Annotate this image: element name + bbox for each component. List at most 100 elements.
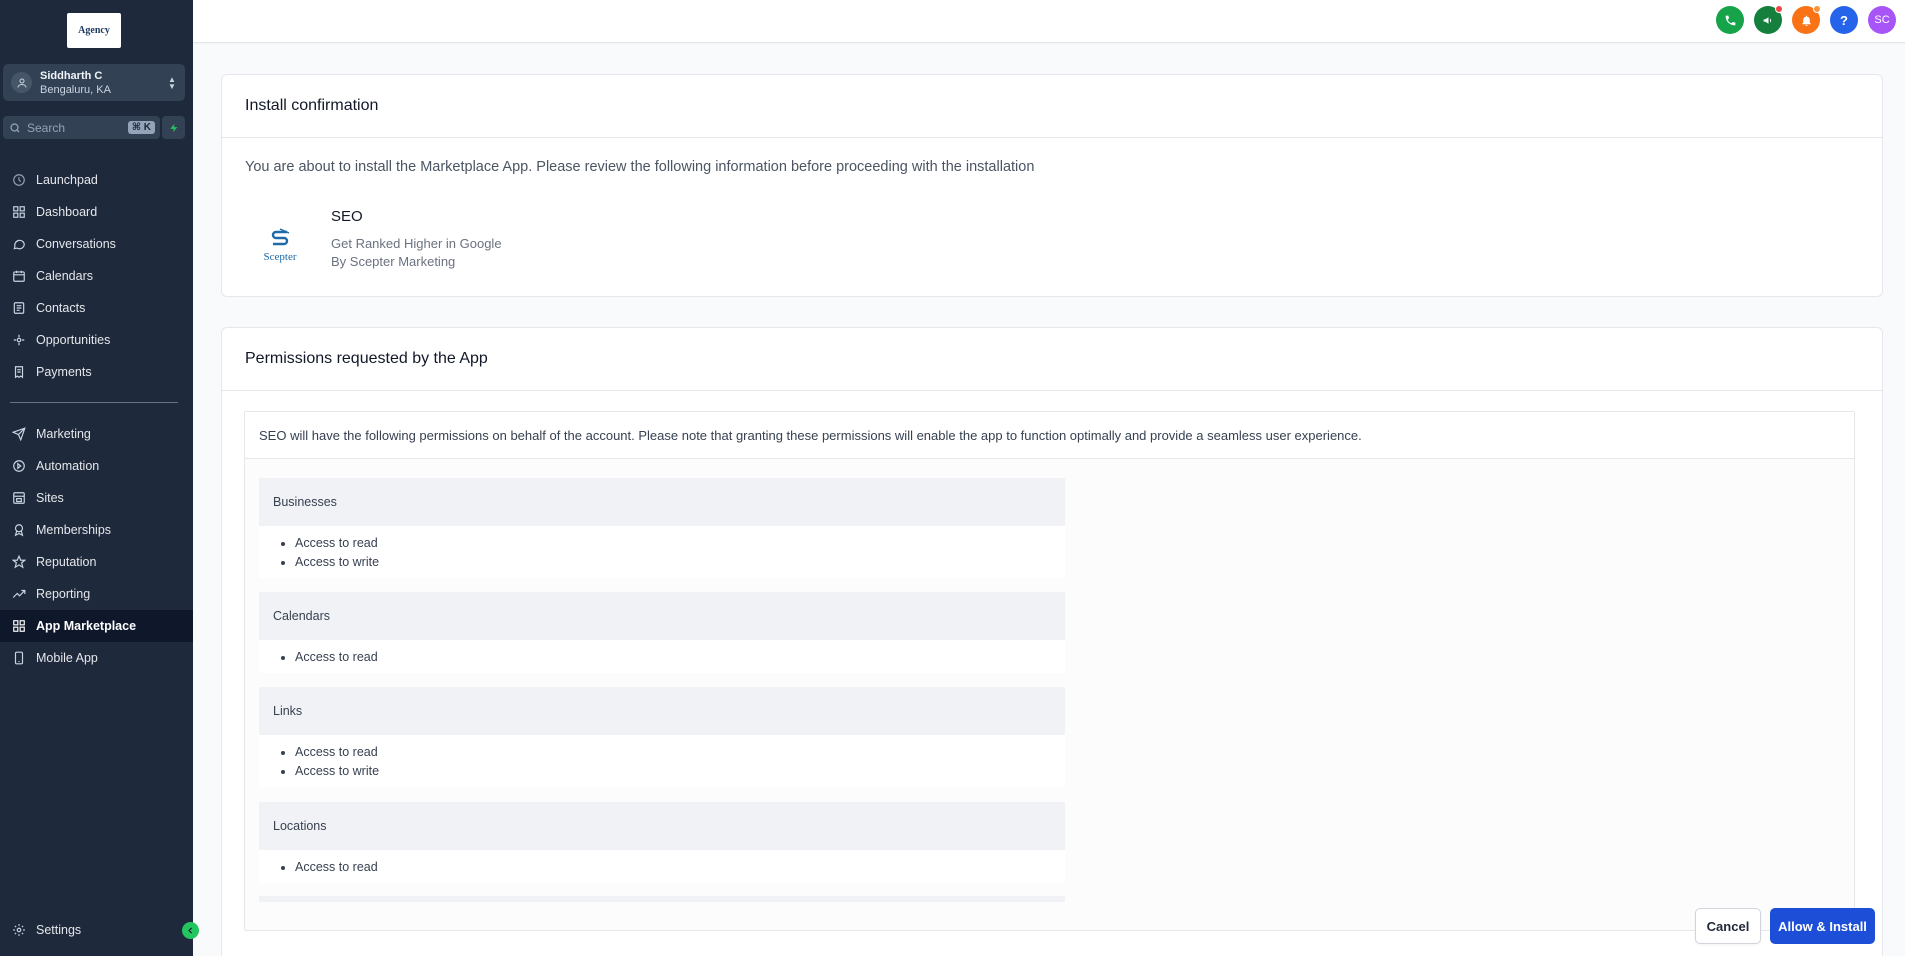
- sidebar-item-marketing[interactable]: Marketing: [0, 418, 193, 450]
- sidebar-item-reputation[interactable]: Reputation: [0, 546, 193, 578]
- calendar-icon: [11, 269, 26, 284]
- permission-group-title: Businesses: [259, 478, 1065, 526]
- app-name: SEO: [331, 208, 363, 225]
- nav-top: Launchpad Dashboard Conversations Calend…: [0, 164, 193, 388]
- sidebar-divider: [10, 402, 178, 403]
- sidebar-item-dashboard[interactable]: Dashboard: [0, 196, 193, 228]
- permissions-box[interactable]: SEO will have the following permissions …: [244, 411, 1855, 931]
- scepter-logo-icon: [271, 227, 290, 245]
- avatar[interactable]: SC: [1868, 6, 1896, 34]
- sidebar-item-label: App Marketplace: [36, 619, 137, 633]
- search-input[interactable]: Search ⌘ K: [3, 116, 160, 139]
- permission-item: Access to read: [295, 648, 1065, 667]
- trend-icon: [11, 587, 26, 602]
- notification-dot: [1813, 5, 1821, 13]
- sidebar-item-launchpad[interactable]: Launchpad: [0, 164, 193, 196]
- sidebar-item-label: Reputation: [36, 555, 97, 569]
- receipt-icon: [11, 365, 26, 380]
- app-logo: Scepter: [258, 223, 302, 267]
- install-intro-text: You are about to install the Marketplace…: [245, 159, 1035, 175]
- chevron-updown-icon: ▲ ▼: [168, 74, 176, 91]
- search-shortcut: ⌘ K: [127, 121, 155, 134]
- sidebar-item-label: Payments: [36, 365, 92, 379]
- topbar: ? SC: [193, 0, 1905, 43]
- permissions-card: Permissions requested by the App SEO wil…: [221, 327, 1883, 956]
- account-location: Bengaluru, KA: [40, 83, 111, 96]
- app-publisher: By Scepter Marketing: [331, 254, 456, 269]
- app-logo-text: Scepter: [263, 250, 297, 263]
- sidebar-item-memberships[interactable]: Memberships: [0, 514, 193, 546]
- permission-list: Access to read: [259, 850, 1065, 883]
- sidebar-item-app-marketplace[interactable]: App Marketplace: [0, 610, 193, 642]
- install-confirmation-title: Install confirmation: [222, 75, 1882, 138]
- quick-action-button[interactable]: [162, 116, 185, 139]
- permission-group-locations: Locations Access to read: [259, 802, 1065, 883]
- phone-button[interactable]: [1716, 6, 1744, 34]
- sidebar-item-label: Contacts: [36, 301, 86, 315]
- sidebar-item-label: Memberships: [36, 523, 112, 537]
- gear-icon: [11, 923, 26, 938]
- sidebar-item-label: Automation: [36, 459, 100, 473]
- sidebar-item-contacts[interactable]: Contacts: [0, 292, 193, 324]
- chevron-left-icon: [188, 927, 193, 934]
- permission-group-title: Calendars: [259, 592, 1065, 640]
- permissions-note: SEO will have the following permissions …: [245, 412, 1854, 459]
- sidebar-item-calendars[interactable]: Calendars: [0, 260, 193, 292]
- permission-group-title: Links: [259, 687, 1065, 735]
- sidebar-item-label: Conversations: [36, 237, 116, 251]
- sidebar-item-sites[interactable]: Sites: [0, 482, 193, 514]
- notifications-button[interactable]: [1792, 5, 1821, 34]
- sidebar: Agency Siddharth C Bengaluru, KA ▲ ▼ Sear…: [0, 0, 193, 956]
- opportunities-icon: [11, 333, 26, 348]
- sidebar-item-label: Reporting: [36, 587, 91, 601]
- sidebar-item-settings[interactable]: Settings: [0, 914, 193, 946]
- cancel-button[interactable]: Cancel: [1695, 908, 1761, 944]
- install-confirmation-card: Install confirmation You are about to in…: [221, 74, 1883, 297]
- sidebar-item-label: Settings: [36, 923, 82, 937]
- sidebar-item-reporting[interactable]: Reporting: [0, 578, 193, 610]
- sidebar-item-conversations[interactable]: Conversations: [0, 228, 193, 260]
- phone-icon: [1725, 15, 1735, 25]
- announcements-button[interactable]: [1754, 5, 1783, 34]
- sidebar-item-label: Opportunities: [36, 333, 111, 347]
- permission-group-next: [259, 896, 1065, 902]
- star-icon: [11, 555, 26, 570]
- sidebar-item-automation[interactable]: Automation: [0, 450, 193, 482]
- permission-list: Access to read Access to write: [259, 526, 1065, 578]
- sidebar-item-label: Launchpad: [36, 173, 98, 187]
- permission-group-links: Links Access to read Access to write: [259, 687, 1065, 787]
- permission-item: Access to write: [295, 762, 1065, 781]
- permission-group-calendars: Calendars Access to read: [259, 592, 1065, 673]
- award-icon: [11, 523, 26, 538]
- apps-icon: [11, 619, 26, 634]
- allow-install-button[interactable]: Allow & Install: [1770, 908, 1875, 944]
- send-icon: [11, 427, 26, 442]
- contacts-icon: [11, 301, 26, 316]
- help-button[interactable]: ?: [1830, 6, 1858, 34]
- agency-logo[interactable]: Agency: [67, 13, 121, 48]
- search-placeholder: Search: [27, 120, 66, 135]
- automation-icon: [11, 459, 26, 474]
- permission-group-title: Locations: [259, 802, 1065, 850]
- permission-item: Access to write: [295, 553, 1065, 572]
- permission-item: Access to read: [295, 858, 1065, 877]
- avatar-initials: SC: [1874, 14, 1890, 26]
- grid-icon: [11, 205, 26, 220]
- megaphone-icon: [1763, 16, 1771, 24]
- notification-dot: [1775, 5, 1783, 13]
- collapse-sidebar-button[interactable]: [182, 922, 199, 939]
- bell-icon: [1801, 15, 1811, 26]
- sidebar-item-label: Mobile App: [36, 651, 98, 665]
- sidebar-item-payments[interactable]: Payments: [0, 356, 193, 388]
- chat-icon: [11, 237, 26, 252]
- phone-icon: [11, 651, 26, 666]
- permission-list: Access to read Access to write: [259, 735, 1065, 787]
- sidebar-item-mobile-app[interactable]: Mobile App: [0, 642, 193, 674]
- sidebar-item-label: Marketing: [36, 427, 91, 441]
- account-name: Siddharth C: [40, 69, 103, 82]
- account-switcher[interactable]: Siddharth C Bengaluru, KA ▲ ▼: [3, 64, 185, 101]
- help-icon: ?: [1840, 12, 1848, 28]
- app-description: Get Ranked Higher in Google: [331, 236, 502, 251]
- sidebar-item-opportunities[interactable]: Opportunities: [0, 324, 193, 356]
- permission-item: Access to read: [295, 743, 1065, 762]
